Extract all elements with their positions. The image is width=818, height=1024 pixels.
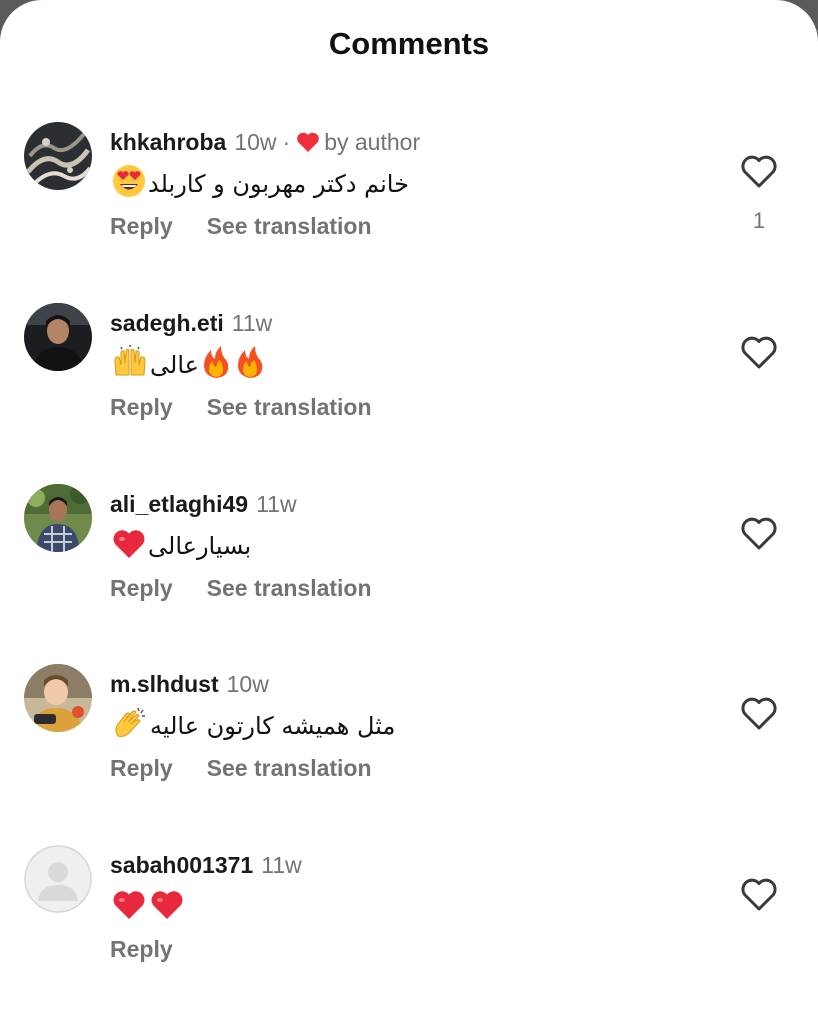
- see-translation-button[interactable]: See translation: [207, 394, 372, 420]
- comment-time: 11w: [256, 491, 297, 517]
- by-author-label: by author: [324, 129, 421, 155]
- reply-button[interactable]: Reply: [110, 394, 173, 420]
- comment-header: sabah001371 11w: [110, 849, 302, 881]
- comment-text: بسیارعالی: [110, 526, 251, 566]
- comments-sheet: Comments khkahroba 10w · by author خانم دکت…: [0, 0, 818, 1024]
- red-heart-emoji: [112, 889, 146, 933]
- like-heart-icon[interactable]: [740, 516, 778, 552]
- red-heart-emoji: [112, 528, 146, 572]
- like-heart-icon[interactable]: [740, 877, 778, 913]
- comment-text-content: خانم دکتر مهربون و کاربلد: [148, 170, 409, 198]
- comment-item: m.slhdust 10w مثل همیشه کارتون عالیه Repl…: [0, 664, 818, 834]
- username[interactable]: m.slhdust: [110, 671, 219, 697]
- comment-actions: Reply See translation: [110, 391, 372, 423]
- comment-actions: Reply See translation: [110, 572, 372, 604]
- clapping-hands-emoji: [112, 706, 148, 752]
- reply-button[interactable]: Reply: [110, 936, 173, 962]
- avatar[interactable]: [24, 303, 92, 371]
- comment-header: ali_etlaghi49 11w: [110, 488, 297, 520]
- like-heart-icon[interactable]: [740, 154, 778, 190]
- avatar[interactable]: [24, 484, 92, 552]
- heart-eyes-emoji: [112, 164, 146, 210]
- see-translation-button[interactable]: See translation: [207, 755, 372, 781]
- comment-actions: Reply: [110, 933, 207, 965]
- see-translation-button[interactable]: See translation: [207, 575, 372, 601]
- see-translation-button[interactable]: See translation: [207, 213, 372, 239]
- username[interactable]: khkahroba: [110, 129, 226, 155]
- avatar[interactable]: [24, 845, 92, 913]
- comment-text: مثل همیشه کارتون عالیه: [110, 706, 395, 746]
- reply-button[interactable]: Reply: [110, 213, 173, 239]
- comment-header: khkahroba 10w · by author: [110, 126, 420, 158]
- comment-item: sabah001371 11w Reply: [0, 845, 818, 1015]
- page-title: Comments: [328, 26, 490, 61]
- username[interactable]: sadegh.eti: [110, 310, 224, 336]
- fire-emoji: [235, 345, 265, 391]
- comment-header: sadegh.eti 11w: [110, 307, 272, 339]
- comment-header: m.slhdust 10w: [110, 668, 269, 700]
- username[interactable]: ali_etlaghi49: [110, 491, 248, 517]
- like-count: 1: [752, 208, 766, 233]
- comment-text: خانم دکتر مهربون و کاربلد: [110, 164, 409, 204]
- reply-button[interactable]: Reply: [110, 755, 173, 781]
- comment-item: khkahroba 10w · by author خانم دکتر مهربون …: [0, 122, 818, 292]
- raised-hands-emoji: [112, 345, 148, 391]
- comment-text-content: بسیارعالی: [148, 532, 252, 560]
- fire-emoji: [201, 345, 231, 391]
- username[interactable]: sabah001371: [110, 852, 253, 878]
- comment-text: عالی: [110, 345, 267, 385]
- reply-button[interactable]: Reply: [110, 575, 173, 601]
- comment-time: 11w: [231, 310, 273, 336]
- like-heart-icon[interactable]: [740, 335, 778, 371]
- author-liked-heart-icon: [296, 129, 320, 161]
- comment-time: 10w: [234, 129, 277, 155]
- comment-actions: Reply See translation: [110, 752, 372, 784]
- red-heart-emoji: [150, 889, 184, 933]
- comment-item: sadegh.eti 11w عالی Reply See translation: [0, 303, 818, 473]
- avatar[interactable]: [24, 664, 92, 732]
- comment-time: 11w: [261, 852, 302, 878]
- comment-text: [110, 887, 186, 927]
- comment-actions: Reply See translation: [110, 210, 372, 242]
- comment-item: ali_etlaghi49 11w بسیارعالی Reply See tran…: [0, 484, 818, 654]
- comment-time: 10w: [226, 671, 269, 697]
- separator-dot: ·: [282, 129, 291, 155]
- like-heart-icon[interactable]: [740, 696, 778, 732]
- comment-text-content: مثل همیشه کارتون عالیه: [150, 712, 396, 740]
- avatar[interactable]: [24, 122, 92, 190]
- comment-text-content: عالی: [150, 351, 199, 379]
